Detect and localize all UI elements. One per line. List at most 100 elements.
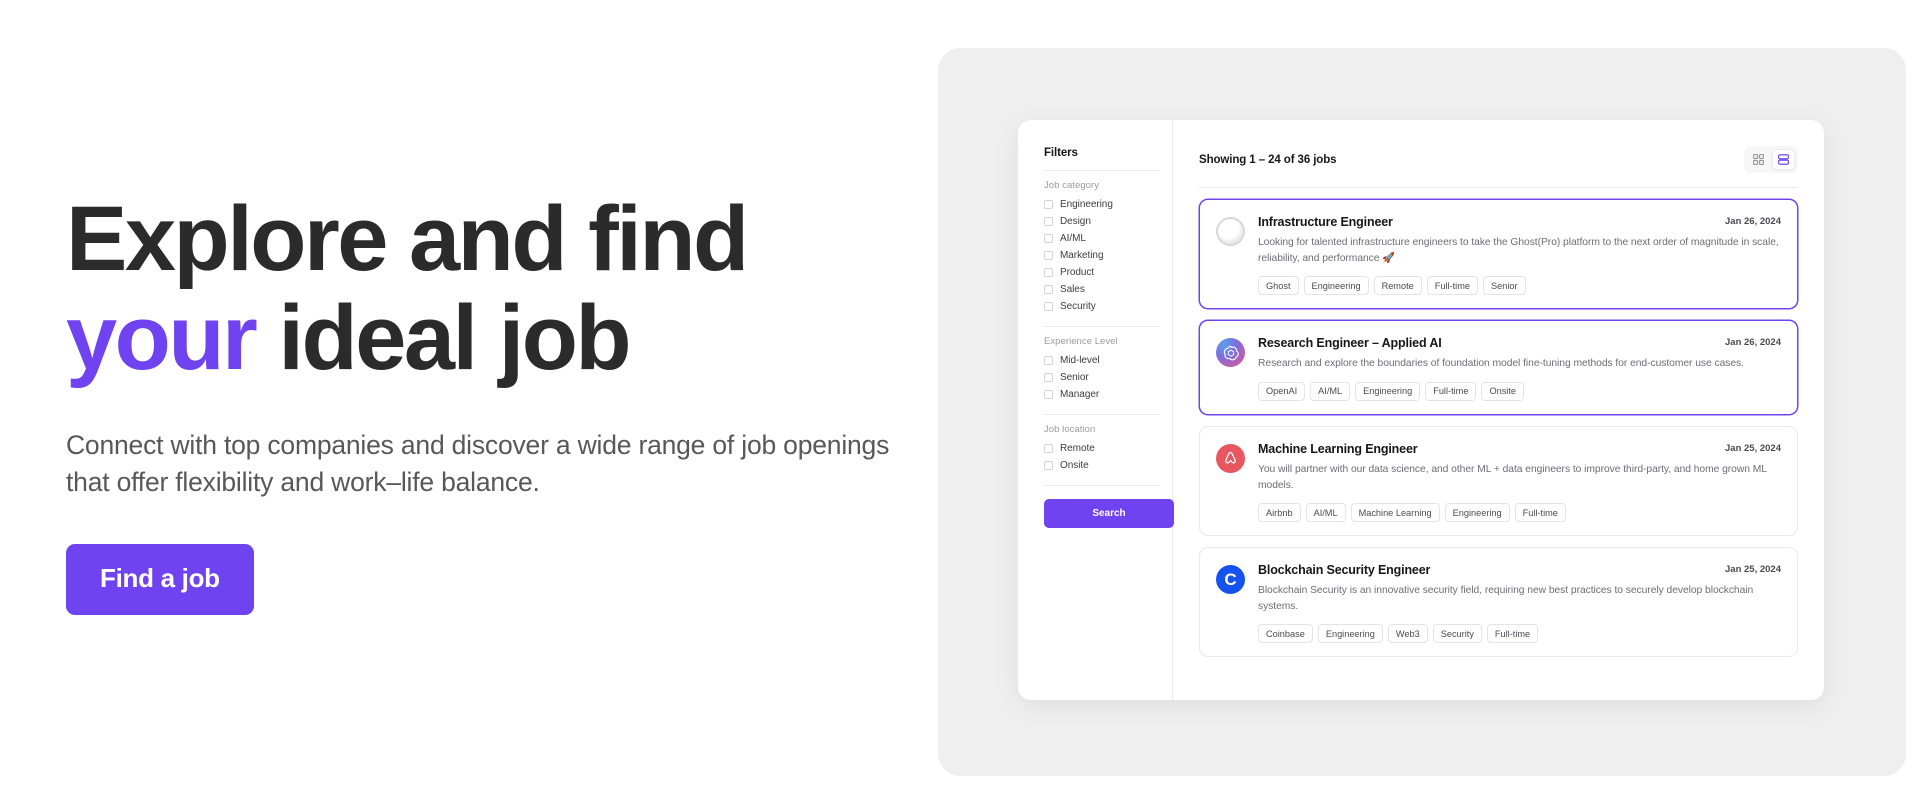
divider — [1044, 326, 1160, 327]
tag[interactable]: AI/ML — [1310, 381, 1351, 401]
job-card-research-engineer-applied-ai[interactable]: Research Engineer – Applied AI Jan 26, 2… — [1199, 320, 1798, 415]
job-description: Blockchain Security is an innovative sec… — [1258, 585, 1754, 612]
hero-title-accent: your — [66, 287, 258, 390]
checkbox[interactable] — [1044, 234, 1053, 243]
filter-option-label: Manager — [1060, 389, 1100, 400]
job-date: Jan 25, 2024 — [1725, 564, 1781, 576]
divider — [1044, 170, 1160, 171]
checkbox[interactable] — [1044, 302, 1053, 311]
tag[interactable]: OpenAI — [1258, 381, 1306, 401]
checkbox[interactable] — [1044, 285, 1053, 294]
filter-option-onsite[interactable]: Onsite — [1044, 457, 1172, 474]
checkbox[interactable] — [1044, 268, 1053, 277]
job-card-infrastructure-engineer[interactable]: Infrastructure Engineer Jan 26, 2024 Loo… — [1199, 199, 1798, 310]
filter-option-remote[interactable]: Remote — [1044, 440, 1172, 457]
job-list-pane: Showing 1 – 24 of 36 jobs Infrastructure… — [1173, 120, 1824, 700]
job-card-blockchain-security-engineer[interactable]: C Blockchain Security Engineer Jan 25, 2… — [1199, 547, 1798, 658]
job-list-header: Showing 1 – 24 of 36 jobs — [1199, 146, 1798, 188]
checkbox[interactable] — [1044, 390, 1053, 399]
hero-title-line1: Explore and find — [66, 188, 749, 290]
filter-group-label: Job location — [1044, 424, 1096, 435]
filter-option-manager[interactable]: Manager — [1044, 386, 1172, 403]
job-board-window: Filters Job category Engineering Design … — [1018, 120, 1824, 700]
filter-option-ai-ml[interactable]: AI/ML — [1044, 230, 1172, 247]
job-tags: Ghost Engineering Remote Full-time Senio… — [1258, 276, 1781, 296]
tag[interactable]: Security — [1432, 624, 1482, 644]
tag[interactable]: Machine Learning — [1350, 503, 1440, 523]
tag[interactable]: Full-time — [1426, 276, 1478, 296]
divider — [1044, 485, 1160, 486]
filter-option-senior[interactable]: Senior — [1044, 369, 1172, 386]
tag[interactable]: AI/ML — [1305, 503, 1346, 523]
grid-view-icon[interactable] — [1747, 149, 1770, 170]
filter-option-engineering[interactable]: Engineering — [1044, 196, 1172, 213]
filter-option-label: Design — [1060, 216, 1091, 227]
list-view-icon[interactable] — [1772, 149, 1795, 170]
tag[interactable]: Web3 — [1387, 624, 1428, 644]
checkbox[interactable] — [1044, 461, 1053, 470]
tag[interactable]: Engineering — [1317, 624, 1383, 644]
checkbox[interactable] — [1044, 217, 1053, 226]
tag[interactable]: Senior — [1482, 276, 1526, 296]
find-a-job-button[interactable]: Find a job — [66, 543, 254, 615]
filters-sidebar: Filters Job category Engineering Design … — [1018, 120, 1174, 700]
job-description: Looking for talented infrastructure engi… — [1258, 237, 1779, 264]
tag[interactable]: Full-time — [1514, 503, 1566, 523]
ghost-logo — [1216, 217, 1245, 246]
job-title: Blockchain Security Engineer — [1258, 563, 1431, 578]
filter-group-label: Job category — [1044, 180, 1099, 191]
tag[interactable]: Full-time — [1425, 381, 1477, 401]
coinbase-logo: C — [1216, 565, 1245, 595]
job-cards: Infrastructure Engineer Jan 26, 2024 Loo… — [1199, 188, 1798, 658]
tag[interactable]: Engineering — [1355, 381, 1421, 401]
airbnb-logo — [1216, 443, 1245, 473]
checkbox[interactable] — [1044, 200, 1053, 209]
filter-option-label: Product — [1060, 267, 1095, 278]
checkbox[interactable] — [1044, 251, 1053, 260]
filter-group-experience-level: Experience Level Mid-level Senior Manage… — [1044, 336, 1172, 403]
job-tags: OpenAI AI/ML Engineering Full-time Onsit… — [1258, 381, 1781, 401]
filter-option-label: Onsite — [1060, 460, 1089, 471]
tag[interactable]: Engineering — [1303, 276, 1369, 296]
checkbox[interactable] — [1044, 373, 1053, 382]
filter-option-label: Mid-level — [1060, 355, 1100, 366]
tag[interactable]: Remote — [1373, 276, 1422, 296]
tag[interactable]: Full-time — [1486, 624, 1539, 644]
results-count: Showing 1 – 24 of 36 jobs — [1199, 153, 1337, 166]
job-date: Jan 26, 2024 — [1725, 216, 1781, 227]
job-title: Research Engineer – Applied AI — [1258, 336, 1442, 351]
openai-logo — [1216, 338, 1245, 368]
filter-option-label: Engineering — [1060, 199, 1113, 210]
view-toggle — [1744, 146, 1798, 173]
job-card-machine-learning-engineer[interactable]: Machine Learning Engineer Jan 25, 2024 Y… — [1199, 425, 1798, 537]
filter-option-marketing[interactable]: Marketing — [1044, 247, 1172, 264]
filter-option-label: Senior — [1060, 372, 1089, 383]
tag[interactable]: Engineering — [1444, 503, 1510, 523]
job-description: Research and explore the boundaries of f… — [1258, 358, 1744, 370]
tag[interactable]: Ghost — [1258, 276, 1299, 296]
job-title: Infrastructure Engineer — [1258, 215, 1393, 229]
filter-option-sales[interactable]: Sales — [1044, 281, 1172, 298]
job-tags: Coinbase Engineering Web3 Security Full-… — [1258, 624, 1781, 644]
tag[interactable]: Coinbase — [1258, 624, 1313, 644]
checkbox[interactable] — [1044, 444, 1053, 453]
landing-page: Explore and find your ideal job Connect … — [0, 0, 1920, 810]
tag[interactable]: Airbnb — [1258, 503, 1301, 523]
filters-title: Filters — [1044, 147, 1078, 159]
filter-group-job-category: Job category Engineering Design AI/ML Ma… — [1044, 180, 1172, 315]
tag[interactable]: Onsite — [1481, 381, 1524, 401]
search-button[interactable]: Search — [1044, 499, 1174, 528]
filter-group-label: Experience Level — [1044, 336, 1118, 347]
filter-option-label: Marketing — [1060, 250, 1104, 261]
filter-option-label: Remote — [1060, 443, 1095, 454]
filter-option-design[interactable]: Design — [1044, 213, 1172, 230]
job-date: Jan 26, 2024 — [1725, 337, 1781, 349]
job-description: You will partner with our data science, … — [1258, 463, 1767, 491]
filter-option-product[interactable]: Product — [1044, 264, 1172, 281]
hero-subtitle: Connect with top companies and discover … — [66, 429, 890, 498]
filter-option-label: AI/ML — [1060, 233, 1086, 244]
job-tags: Airbnb AI/ML Machine Learning Engineerin… — [1258, 503, 1781, 523]
checkbox[interactable] — [1044, 356, 1053, 365]
filter-option-security[interactable]: Security — [1044, 298, 1172, 315]
filter-option-mid-level[interactable]: Mid-level — [1044, 352, 1172, 369]
